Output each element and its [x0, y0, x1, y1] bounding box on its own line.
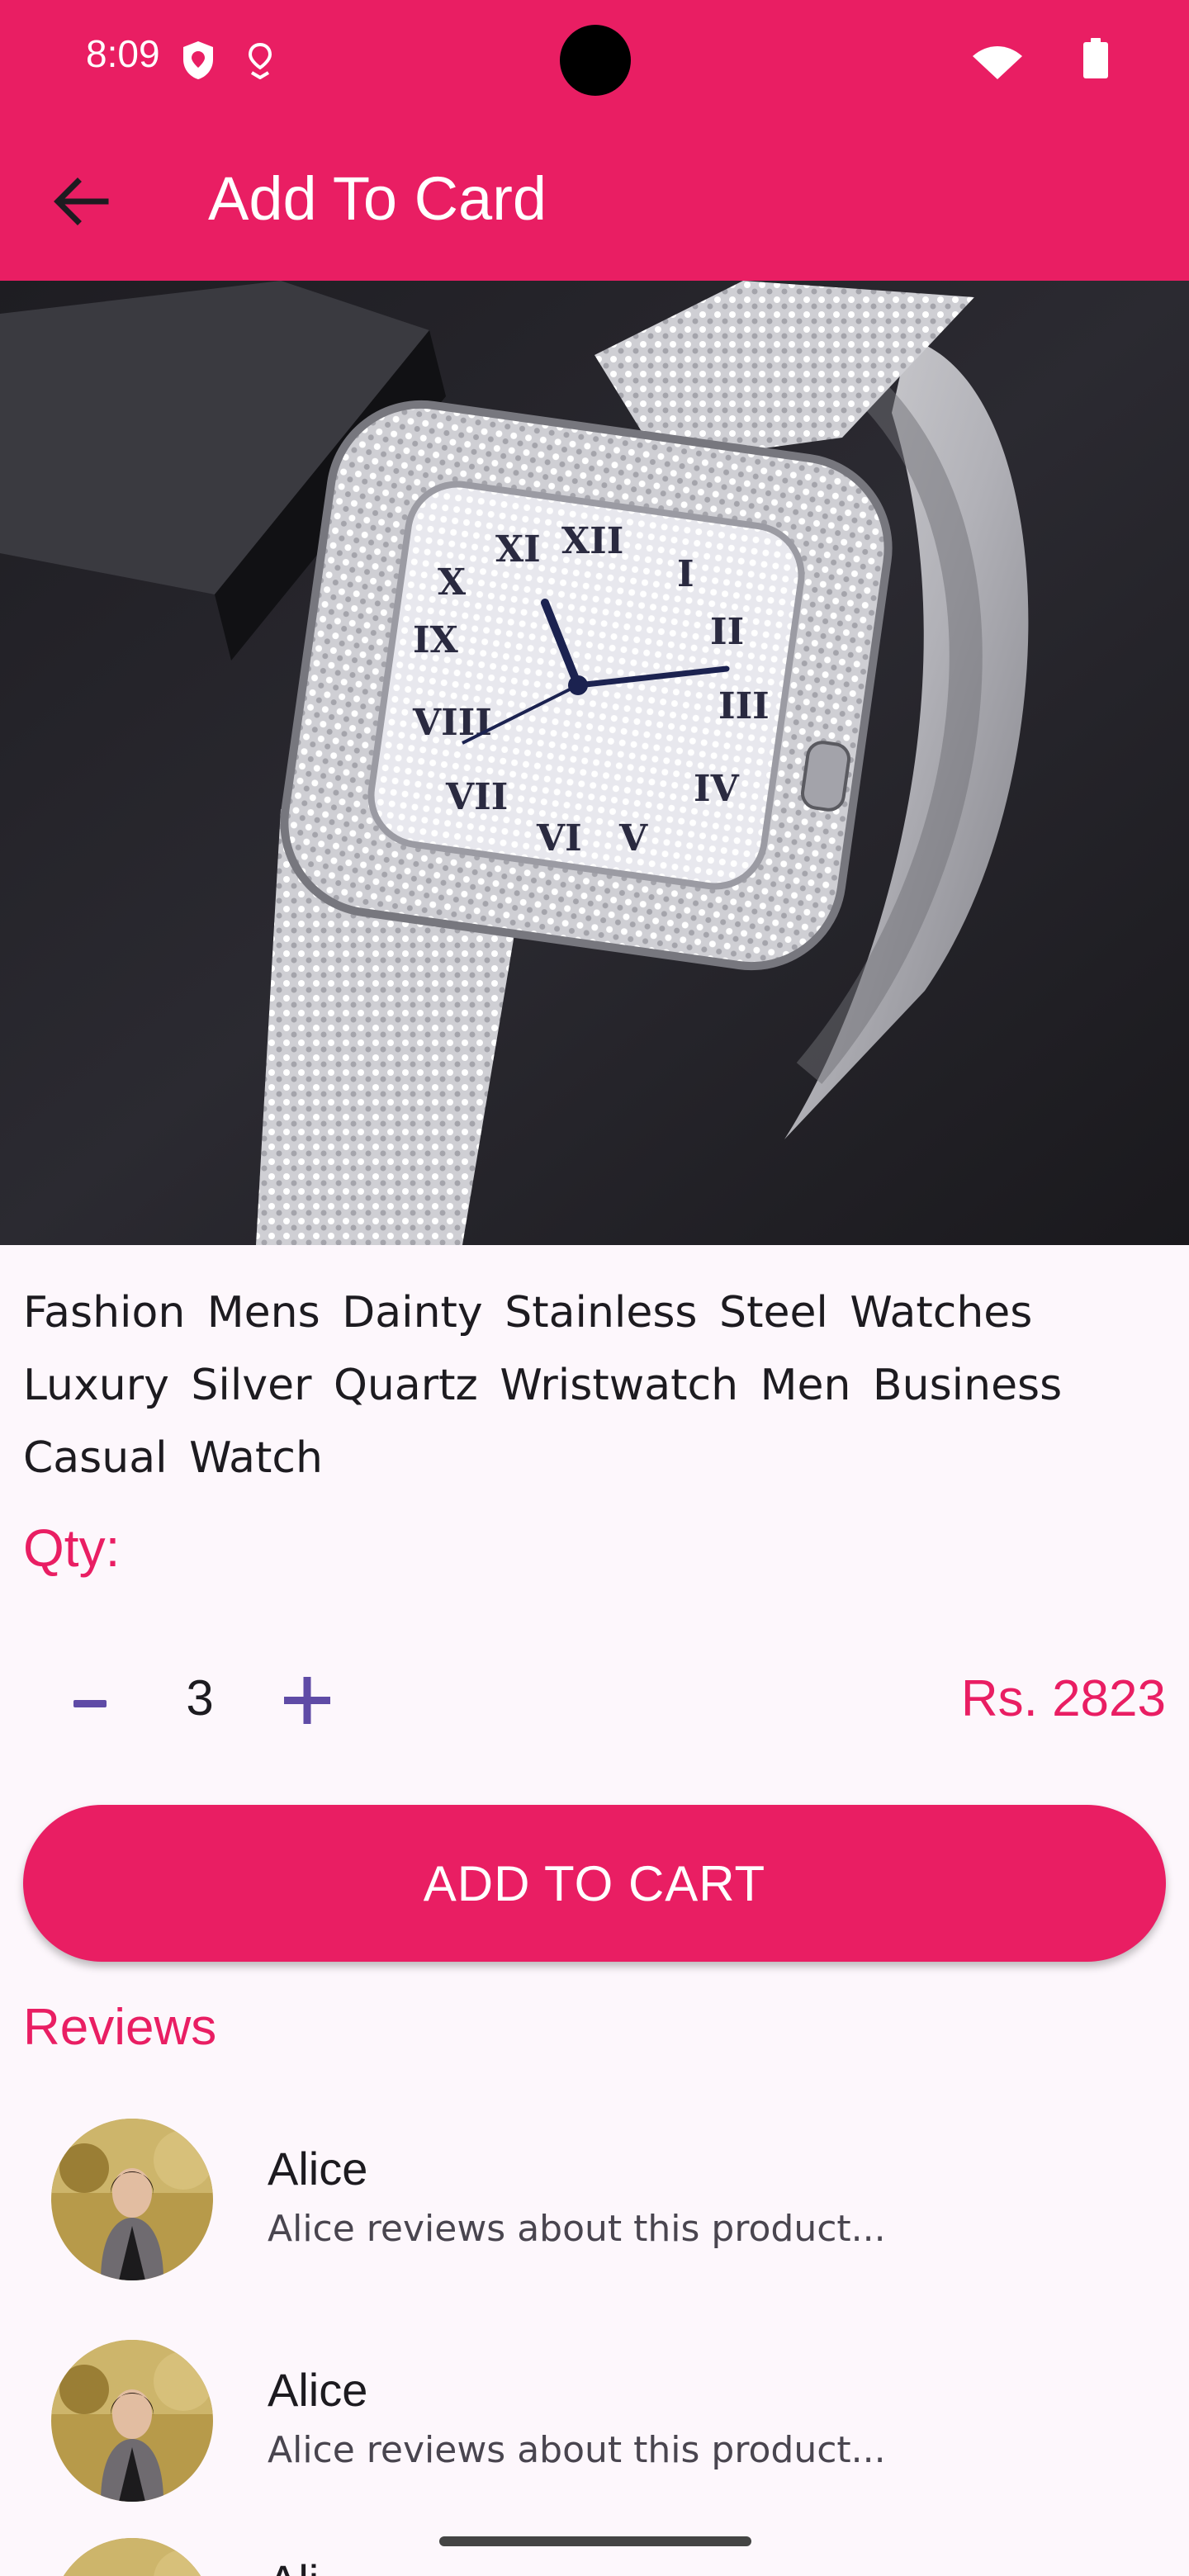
svg-text:IX: IX — [413, 619, 459, 661]
shield-icon — [183, 41, 213, 79]
status-bar: 8:09 — [0, 0, 1189, 124]
reviewer-name: Alice — [268, 2143, 368, 2195]
decrease-quantity-button[interactable] — [61, 1658, 119, 1749]
svg-text:III: III — [718, 685, 770, 727]
svg-text:II: II — [710, 611, 744, 653]
increase-quantity-button[interactable] — [272, 1655, 342, 1745]
svg-text:VI: VI — [536, 817, 582, 859]
review-text: Alice reviews about this product... — [268, 2208, 886, 2250]
svg-text:XII: XII — [561, 520, 623, 562]
page-title: Add To Card — [208, 164, 547, 233]
reviewer-avatar — [51, 2119, 213, 2280]
camera-cutout — [560, 25, 631, 96]
reviewer-name: Ali — [268, 2555, 319, 2576]
minus-icon — [73, 1699, 107, 1707]
quantity-value: 3 — [186, 1670, 214, 1726]
review-item[interactable]: Alice Alice reviews about this product..… — [0, 2340, 1189, 2522]
svg-text:VII: VII — [445, 776, 508, 818]
reviewer-name: Alice — [268, 2364, 368, 2416]
home-indicator[interactable] — [439, 2536, 751, 2546]
app-bar: 8:09 Add To Card — [0, 0, 1189, 281]
location-icon — [248, 42, 272, 79]
arrow-back-icon[interactable] — [41, 162, 121, 241]
battery-icon — [1083, 38, 1108, 78]
svg-text:XI: XI — [495, 528, 541, 571]
reviews-heading: Reviews — [23, 1999, 217, 2056]
product-image: XII I II III IV V VI VII VIII IX X XI — [0, 281, 1189, 1245]
svg-text:IV: IV — [694, 768, 740, 810]
add-to-cart-button[interactable]: ADD TO CART — [23, 1805, 1166, 1962]
review-item[interactable]: Alice Alice reviews about this product..… — [0, 2119, 1189, 2300]
svg-text:VIII: VIII — [412, 702, 492, 744]
wifi-icon — [973, 46, 1022, 79]
reviewer-avatar — [51, 2340, 213, 2502]
svg-text:I: I — [677, 553, 694, 595]
reviewer-avatar — [51, 2538, 213, 2576]
review-text: Alice reviews about this product... — [268, 2429, 886, 2471]
svg-text:V: V — [618, 817, 648, 859]
product-price: Rs. 2823 — [960, 1670, 1166, 1727]
status-time: 8:09 — [86, 32, 160, 75]
svg-text:X: X — [438, 561, 467, 604]
product-title: Fashion Mens Dainty Stainless Steel Watc… — [23, 1288, 1063, 1483]
qty-label: Qty: — [23, 1518, 121, 1578]
